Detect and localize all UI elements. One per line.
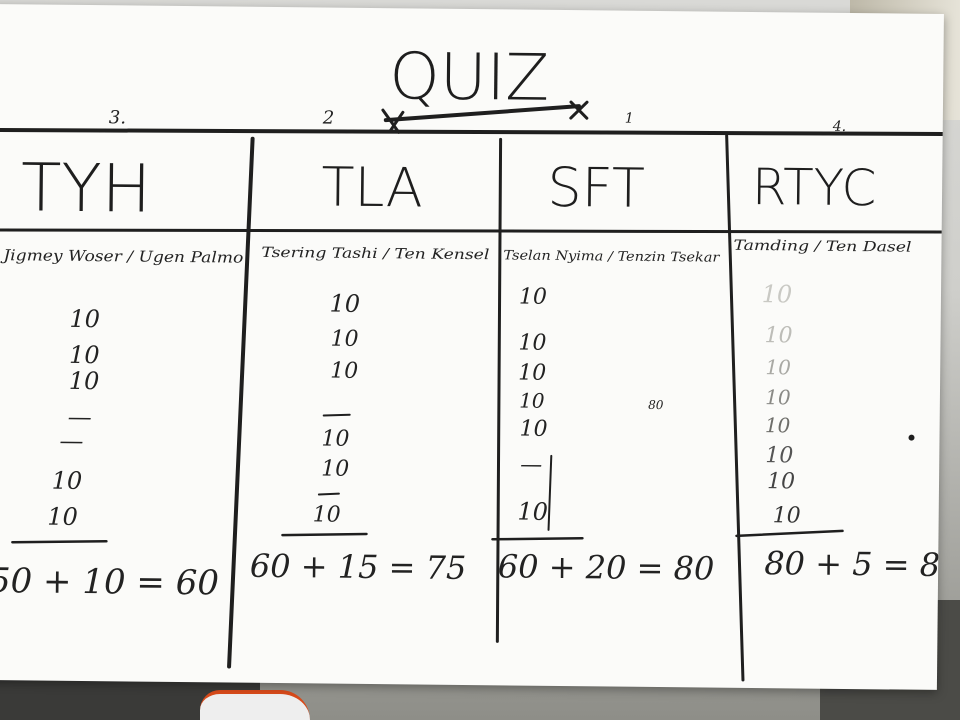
rank-team-3: 1 [625, 111, 634, 127]
score-mark: — [59, 427, 83, 455]
team-4-marks: 10 10 10 10 10 10 10 10 [762, 280, 801, 528]
team-members-4: Tamding / Ten Dasel [733, 238, 911, 256]
score-mark: 10 [765, 355, 791, 379]
team-code-4: RTYC [752, 158, 877, 217]
team-2-marks: 10 10 10 10 10 10 [313, 290, 361, 528]
photo-scene: QUIZ 3. 2 1 4. TYH TLA SFT RTYC Jigmey W… [0, 0, 960, 720]
team-code-3: SFT [547, 156, 645, 220]
score-mark: 10 [519, 389, 545, 413]
score-mark: 10 [313, 502, 341, 527]
quiz-title: QUIZ [389, 40, 550, 116]
scoreboard-drawing: QUIZ 3. 2 1 4. TYH TLA SFT RTYC Jigmey W… [0, 40, 944, 682]
side-note: 80 [648, 398, 664, 412]
score-mark: 10 [519, 285, 547, 310]
score-mark: 10 [69, 367, 100, 395]
score-mark: 10 [52, 467, 83, 495]
score-mark: 10 [330, 359, 358, 384]
score-mark: 10 [518, 331, 546, 356]
total-line-3 [491, 536, 584, 541]
score-mark: 10 [330, 327, 358, 352]
score-mark: — [520, 453, 542, 478]
tally-stroke [547, 454, 553, 531]
score-mark: 10 [69, 341, 100, 369]
score-mark: 10 [517, 498, 548, 526]
team-total-2: 60 + 15 = 75 [250, 547, 467, 587]
strike-mark [322, 413, 351, 417]
team-members-1: Jigmey Woser / Ugen Palmo [0, 246, 243, 267]
team-1-marks: 10 10 10 — — 10 10 [47, 305, 100, 531]
score-mark: 10 [69, 305, 100, 333]
score-mark: 10 [762, 280, 793, 308]
score-mark: 10 [765, 443, 793, 468]
score-mark: 10 [321, 426, 349, 451]
team-code-2: TLA [321, 155, 423, 219]
strike-mark [317, 492, 340, 496]
column-divider-3 [725, 134, 745, 682]
team-members-2: Tsering Tashi / Ten Kensel [261, 245, 489, 263]
header-top-line [0, 127, 944, 136]
total-line-4 [735, 529, 844, 538]
total-line-1 [11, 539, 108, 544]
column-divider-1 [227, 136, 255, 669]
ink-dot [908, 434, 915, 441]
team-total-3: 60 + 20 = 80 [498, 547, 715, 587]
score-mark: 10 [518, 361, 546, 386]
team-code-1: TYH [21, 149, 152, 227]
score-mark: 10 [329, 290, 360, 318]
score-mark: 10 [767, 469, 795, 494]
shoe [200, 690, 310, 720]
team-3-marks: 10 10 10 10 10 — 10 [517, 285, 548, 526]
team-members-3: Tselan Nyima / Tenzin Tsekar [503, 248, 720, 265]
score-mark: 10 [519, 417, 547, 442]
score-mark: 10 [765, 385, 791, 409]
team-total-1: 50 + 10 = 60 [0, 561, 219, 603]
score-mark: 10 [47, 503, 78, 531]
team-total-4: 80 + 5 = 8 [764, 544, 940, 584]
score-mark: 10 [765, 413, 791, 437]
score-mark: 10 [764, 323, 792, 348]
score-mark: 10 [773, 503, 801, 528]
score-mark: 10 [321, 456, 349, 481]
rank-team-2: 2 [322, 107, 335, 128]
quiz-scoreboard-paper: QUIZ 3. 2 1 4. TYH TLA SFT RTYC Jigmey W… [0, 4, 944, 690]
rank-team-1: 3. [109, 107, 126, 128]
total-line-2 [281, 532, 368, 537]
